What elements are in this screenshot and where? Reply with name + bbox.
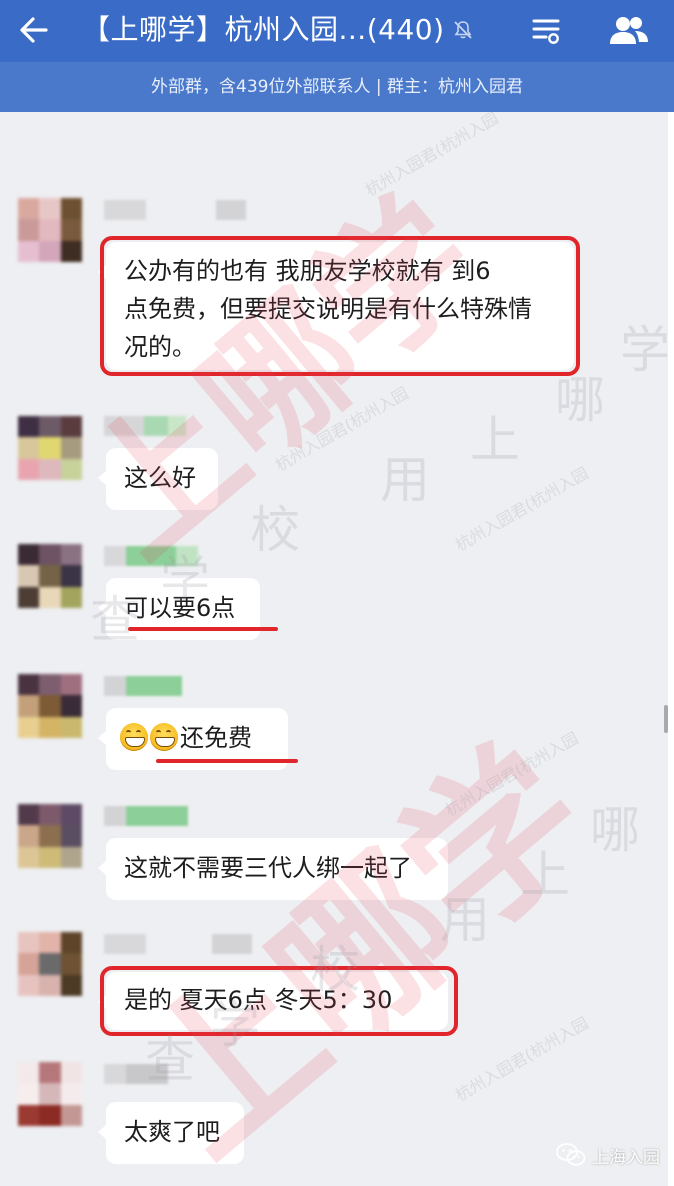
avatar[interactable] [18,544,82,608]
sender-name [104,806,188,826]
message-text: 是的 夏天6点 冬天5：30 [124,986,393,1014]
watermark-char: 学 [620,321,670,379]
avatar[interactable] [18,674,82,738]
watermark-char: 哪 [590,801,640,859]
watermark-char: 上 [520,846,570,904]
avatar[interactable] [18,932,82,996]
message-bubble[interactable]: 太爽了吧 [98,1102,244,1164]
avatar[interactable] [18,804,82,868]
watermark-char: 校 [250,501,300,559]
watermark-group: 杭州入园君(杭州入园 [272,383,412,475]
sender-name [104,546,198,566]
sender-name [104,1064,168,1084]
watermark-char: 哪 [555,371,605,429]
back-button[interactable] [14,10,54,50]
scrollbar-track [668,112,674,1186]
sender-name [104,676,182,696]
mute-bell-icon [454,21,472,39]
message-text: 这么好 [124,464,196,492]
avatar[interactable] [18,1062,82,1126]
group-menu-button[interactable] [526,10,566,50]
grinning-face-emoji [150,723,178,751]
sender-name [104,200,246,220]
sender-name [104,934,252,954]
message-bubble[interactable]: 这么好 [98,448,218,510]
group-info-bar: 外部群，含439位外部联系人 | 群主：杭州入园君 [0,62,674,112]
message-text: 可以要6点 [124,594,236,622]
message-line: 况的。 [124,333,196,361]
message-text: 太爽了吧 [124,1118,220,1146]
sender-name [104,416,186,436]
group-menu-icon [532,19,560,44]
title-bar: 【上哪学】杭州入园...(440) [0,0,674,62]
message-text: 这就不需要三代人绑一起了 [124,854,412,882]
account-logo: 上海入园 [556,1140,660,1170]
members-icon [610,17,648,44]
watermark-group: 杭州入园君(杭州入园 [442,728,582,820]
wechat-icon [556,1143,586,1166]
message-bubble[interactable]: 这就不需要三代人绑一起了 [98,838,448,900]
chat-screen: 【上哪学】杭州入园...(440) 外部群，含439位外部联系人 | 群主：杭州… [0,0,674,1186]
message-bubble[interactable]: 是的 夏天6点 冬天5：30 [98,972,448,1030]
watermark-group: 杭州入园君(杭州入园 [452,463,592,555]
message-text: 还免费 [180,724,252,752]
watermark-char: 用 [380,451,430,509]
grinning-face-emoji [120,723,148,751]
highlight-underline [156,759,298,763]
watermark-char: 上 [470,411,520,469]
avatar[interactable] [18,198,82,262]
chat-title: 【上哪学】杭州入园...(440) [82,13,445,46]
watermark-group: 杭州入园君(杭州入园 [362,108,502,200]
account-name: 上海入园 [592,1147,660,1168]
message-line: 点免费，但要提交说明是有什么特殊情 [124,295,532,323]
avatar[interactable] [18,416,82,480]
members-button[interactable] [604,10,654,50]
watermark-group: 杭州入园君(杭州入园 [452,1013,592,1105]
scrollbar-thumb[interactable] [664,705,668,733]
message-line: 公办有的也有 我朋友学校就有 到6 [124,257,491,285]
highlight-underline [128,627,278,631]
message-bubble[interactable]: 公办有的也有 我朋友学校就有 到6 点免费，但要提交说明是有什么特殊情 况的。 [98,242,574,370]
back-arrow-icon [20,17,48,43]
